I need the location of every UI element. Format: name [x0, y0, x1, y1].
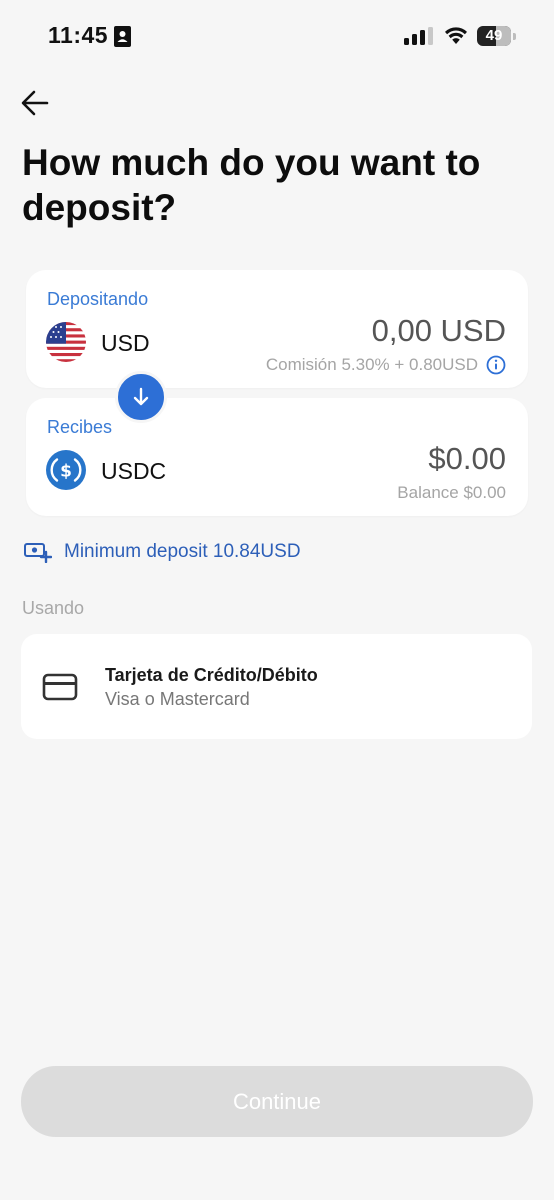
battery-tip — [513, 33, 516, 40]
battery-icon: 49 — [477, 26, 511, 46]
arrow-down-icon — [133, 387, 149, 406]
status-bar: 11:45 49 — [0, 0, 554, 74]
payment-method-subtitle: Visa o Mastercard — [105, 689, 250, 709]
credit-card-icon — [42, 673, 78, 701]
balance-text: Balance $0.00 — [397, 483, 506, 502]
us-flag-icon — [46, 322, 86, 362]
usdc-coin-icon: $ — [46, 450, 86, 490]
deposit-amount-card[interactable]: Depositando USD 0,00 USD Comisión 5.30% … — [26, 270, 528, 388]
info-icon[interactable] — [486, 355, 506, 375]
fee-note: Comisión 5.30% + 0.80USD — [265, 355, 478, 374]
payment-method-card[interactable]: Tarjeta de Crédito/Débito Visa o Masterc… — [21, 634, 532, 739]
receive-amount-card: Recibes $ USDC $0.00 Balance $0.00 — [26, 398, 528, 516]
payment-section-label: Usando — [22, 598, 85, 618]
receive-label: Recibes — [47, 417, 113, 437]
battery-level: 49 — [485, 27, 503, 44]
cellular-signal-icon — [404, 27, 433, 45]
svg-text:$: $ — [60, 462, 72, 482]
receive-currency: USDC — [101, 458, 167, 484]
payment-method-title: Tarjeta de Crédito/Débito — [105, 665, 318, 685]
receive-amount: $0.00 — [428, 441, 506, 476]
status-time: 11:45 — [48, 22, 109, 48]
contact-card-icon — [114, 26, 131, 47]
continue-button[interactable]: Continue — [21, 1066, 533, 1137]
minimum-deposit-text: Minimum deposit 10.84USD — [64, 541, 301, 562]
arrow-left-icon[interactable] — [18, 86, 52, 120]
cash-add-icon — [24, 543, 52, 563]
deposit-currency: USD — [101, 330, 150, 356]
page-title: How much do you want to deposit? — [22, 142, 481, 228]
deposit-amount-input[interactable]: 0,00 USD — [372, 313, 506, 349]
wifi-icon — [445, 27, 467, 44]
swap-direction-button[interactable] — [115, 371, 167, 423]
deposit-label: Depositando — [47, 289, 149, 309]
